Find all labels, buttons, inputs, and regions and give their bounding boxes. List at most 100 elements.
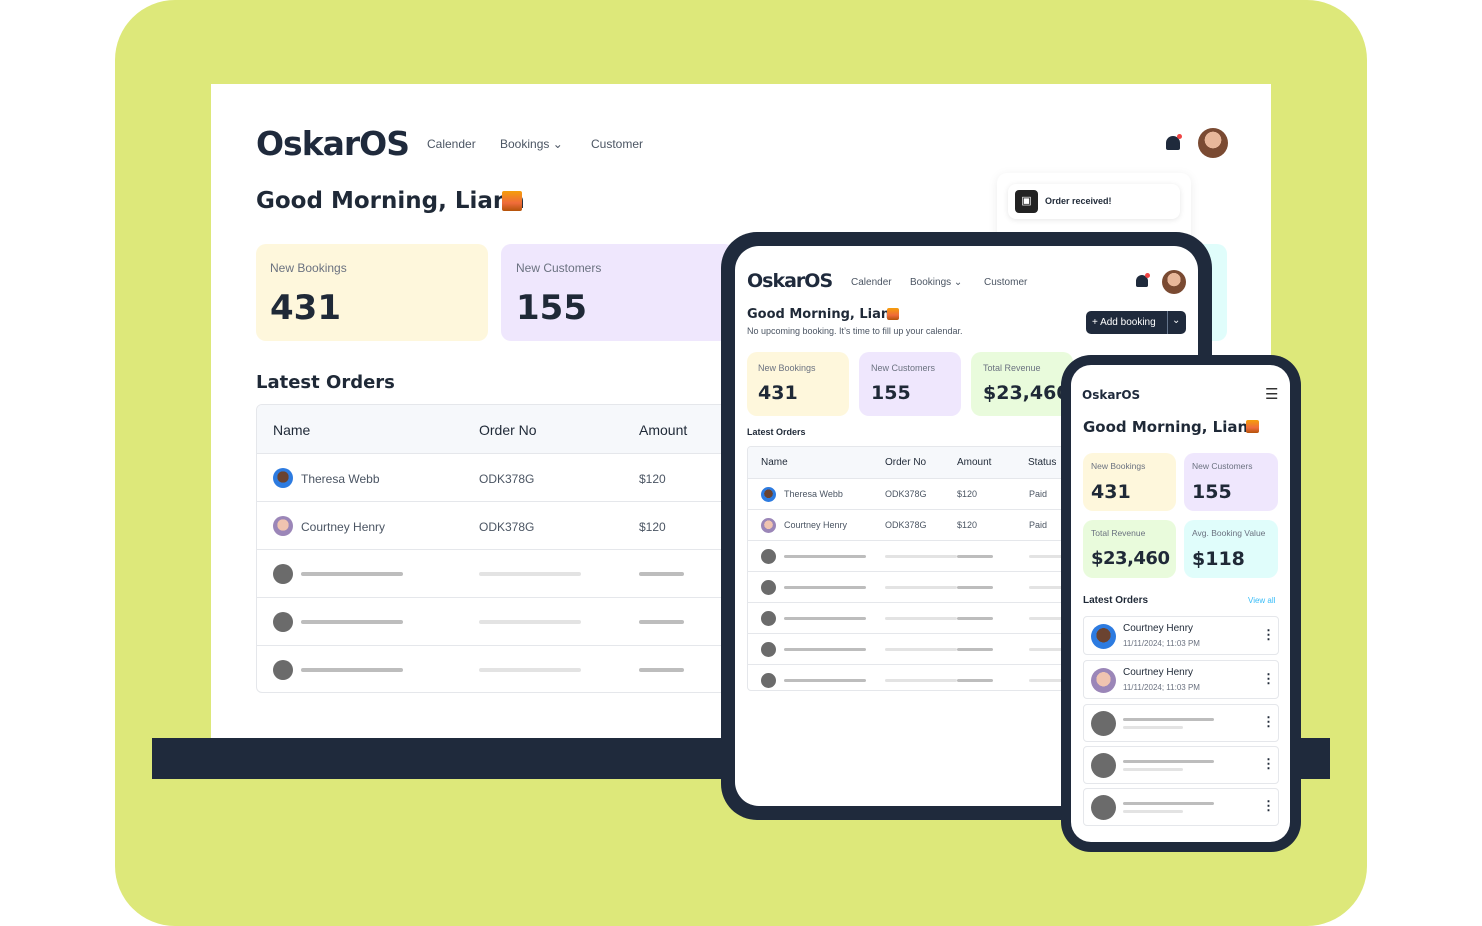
latest-orders-heading: Latest Orders	[256, 372, 395, 393]
phone-screen: OskarOS ☰ Good Morning, Liana New Bookin…	[1071, 365, 1290, 842]
skeleton-row	[748, 571, 1086, 602]
cell-amount: $120	[957, 489, 978, 499]
order-time: 11/11/2024; 11:03 PM	[1123, 683, 1200, 692]
stat-label: New Customers	[1192, 461, 1253, 471]
logo: OskarOS	[1082, 388, 1141, 402]
orders-table: Name Order No Amount Status Theresa Webb…	[747, 446, 1087, 691]
stat-label: New Bookings	[1091, 461, 1146, 471]
orders-table: Name Order No Amount Theresa Webb ODK378…	[256, 404, 736, 693]
col-name: Name	[761, 457, 788, 468]
cell-order: ODK378G	[885, 520, 927, 530]
stat-label: Total Revenue	[1091, 528, 1146, 538]
stat-value: 155	[871, 382, 911, 404]
order-list-item[interactable]: Courtney Henry 11/11/2024; 11:03 PM ⋮	[1083, 616, 1279, 655]
notification-item[interactable]: ▣ Order received!	[1008, 184, 1180, 219]
nav-customer[interactable]: Customer	[591, 137, 643, 151]
nav-customer[interactable]: Customer	[984, 277, 1027, 288]
cell-name: Courtney Henry	[301, 520, 386, 534]
more-vertical-icon[interactable]: ⋮	[1262, 671, 1275, 687]
table-row[interactable]: Courtney Henry ODK378G $120	[257, 501, 735, 549]
cell-order: ODK378G	[885, 489, 927, 499]
cell-status: Paid	[1029, 489, 1048, 499]
avatar[interactable]	[1198, 128, 1228, 158]
hamburger-menu-icon[interactable]: ☰	[1265, 385, 1278, 403]
cell-amount: $120	[639, 520, 666, 534]
stat-value: 155	[1192, 481, 1232, 503]
greeting: Good Morning, Liana	[1083, 418, 1259, 436]
skeleton-row	[748, 664, 1086, 690]
cell-name: Theresa Webb	[301, 472, 380, 486]
sunrise-icon	[502, 191, 522, 211]
avatar	[761, 518, 776, 533]
chevron-down-icon: ⌄	[552, 137, 563, 151]
stat-card-new-bookings: New Bookings 431	[747, 352, 849, 416]
stat-value: $23,460	[1091, 548, 1170, 569]
stat-value: $23,460	[983, 382, 1070, 404]
order-list-item[interactable]: Courtney Henry 11/11/2024; 11:03 PM ⋮	[1083, 660, 1279, 699]
nav-bookings[interactable]: Bookings ⌄	[500, 137, 563, 151]
col-amount: Amount	[957, 457, 992, 468]
col-name: Name	[273, 422, 311, 438]
stat-label: New Bookings	[270, 261, 347, 275]
stat-label: New Bookings	[758, 363, 816, 373]
stat-card-new-customers: New Customers 155	[859, 352, 961, 416]
nav-calendar[interactable]: Calender	[427, 137, 476, 151]
nav-bookings-label: Bookings	[500, 137, 550, 151]
nav-bookings[interactable]: Bookings ⌄	[910, 277, 962, 288]
avatar	[1091, 624, 1116, 649]
stat-label: Avg. Booking Value	[1192, 528, 1266, 538]
table-header: Name Order No Amount Status	[748, 447, 1086, 478]
avatar[interactable]	[1162, 270, 1186, 294]
table-header: Name Order No Amount	[257, 405, 735, 453]
logo: OskarOS	[747, 270, 833, 292]
greeting: Good Morning, Liana	[747, 307, 899, 322]
skeleton-row	[257, 597, 735, 645]
more-vertical-icon[interactable]: ⋮	[1262, 798, 1275, 814]
nav-bookings-label: Bookings	[910, 277, 952, 288]
table-row[interactable]: Courtney Henry ODK378G $120 Paid	[748, 509, 1086, 540]
stat-card-new-customers: New Customers 155	[1184, 453, 1278, 511]
stat-card-total-revenue: Total Revenue $23,460	[1083, 520, 1176, 578]
stat-card-avg-booking: Avg. Booking Value $118	[1184, 520, 1278, 578]
add-booking-label: + Add booking	[1092, 317, 1156, 328]
notification-text: Order received!	[1045, 196, 1112, 206]
stat-value: $118	[1192, 548, 1245, 570]
latest-orders-heading: Latest Orders	[1083, 595, 1149, 606]
skeleton-row	[257, 645, 735, 692]
more-vertical-icon[interactable]: ⋮	[1262, 627, 1275, 643]
table-row[interactable]: Theresa Webb ODK378G $120	[257, 453, 735, 501]
table-row[interactable]: Theresa Webb ODK378G $120 Paid	[748, 478, 1086, 509]
chevron-down-icon: ⌄	[953, 277, 963, 288]
col-order: Order No	[479, 422, 537, 438]
add-booking-button[interactable]: + Add booking ⌄	[1086, 311, 1186, 334]
nav-calendar[interactable]: Calender	[851, 277, 892, 288]
col-order: Order No	[885, 457, 927, 468]
cell-amount: $120	[639, 472, 666, 486]
chevron-down-icon[interactable]: ⌄	[1172, 315, 1180, 326]
greeting: Good Morning, Liana	[256, 188, 525, 214]
stat-value: 431	[758, 382, 798, 404]
avatar	[273, 516, 293, 536]
stat-card-new-bookings: New Bookings 431	[256, 244, 488, 341]
stat-label: New Customers	[516, 261, 602, 275]
sunrise-icon	[887, 308, 899, 320]
stat-label: Total Revenue	[983, 363, 1041, 373]
skeleton-list-item: ⋮	[1083, 788, 1279, 826]
more-vertical-icon[interactable]: ⋮	[1262, 756, 1275, 772]
order-name: Courtney Henry	[1123, 667, 1194, 678]
latest-orders-heading: Latest Orders	[747, 427, 806, 437]
bell-icon[interactable]	[1136, 273, 1150, 287]
stat-card-total-revenue: Total Revenue $23,460	[971, 352, 1073, 416]
more-vertical-icon[interactable]: ⋮	[1262, 714, 1275, 730]
skeleton-row	[748, 540, 1086, 571]
view-all-link[interactable]: View all	[1248, 596, 1275, 605]
skeleton-list-item: ⋮	[1083, 746, 1279, 784]
skeleton-row	[257, 549, 735, 597]
cell-name: Courtney Henry	[784, 520, 848, 530]
stat-label: New Customers	[871, 363, 936, 373]
bell-icon[interactable]	[1166, 134, 1182, 150]
col-status: Status	[1028, 457, 1057, 468]
cell-status: Paid	[1029, 520, 1048, 530]
order-time: 11/11/2024; 11:03 PM	[1123, 639, 1200, 648]
briefcase-icon: ▣	[1015, 190, 1038, 213]
